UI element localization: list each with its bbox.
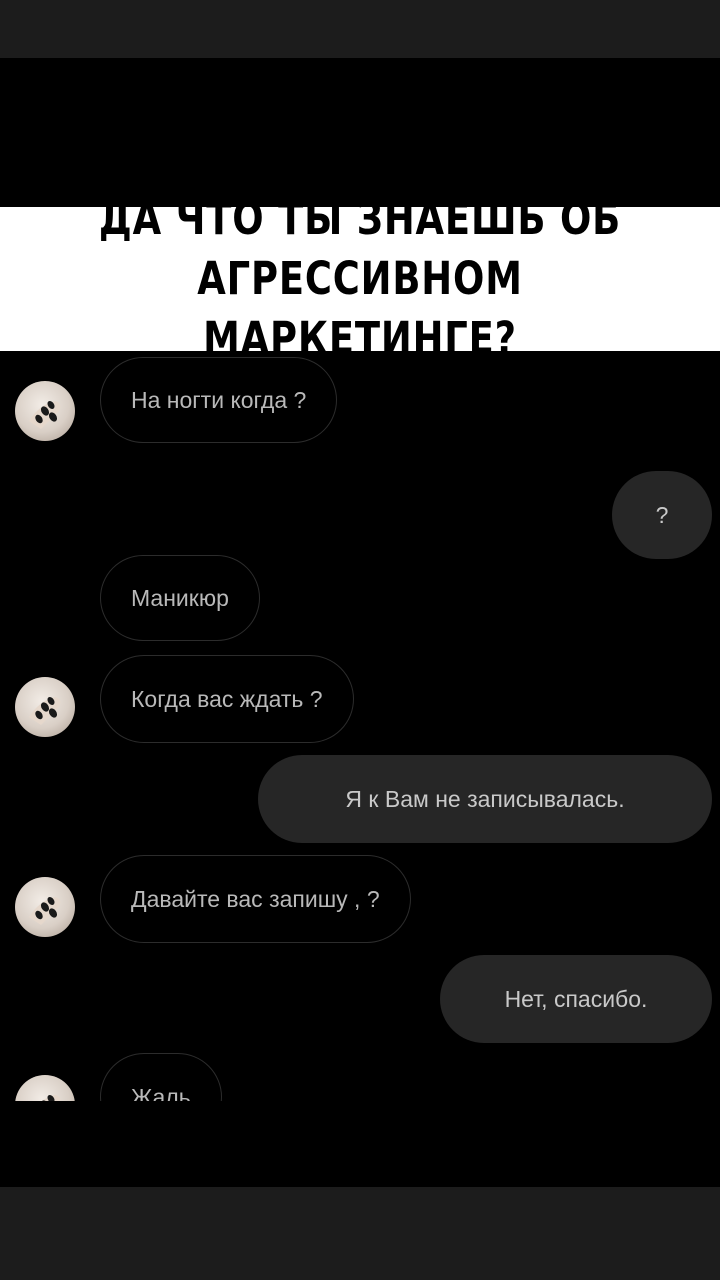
nails-photo-icon bbox=[29, 697, 61, 725]
message-text: На ногти когда ? bbox=[131, 386, 307, 413]
avatar[interactable] bbox=[15, 877, 75, 937]
caption-text: ДА ЧТО ТЫ ЗНАЕШЬ ОБ АГРЕССИВНОМ МАРКЕТИН… bbox=[98, 192, 622, 365]
incoming-message[interactable]: Маникюр bbox=[100, 555, 260, 641]
message-text: Маникюр bbox=[131, 584, 229, 611]
message-text: Давайте вас запишу , ? bbox=[131, 885, 380, 912]
incoming-message[interactable]: На ногти когда ? bbox=[100, 357, 338, 443]
message-text: Я к Вам не записывалась. bbox=[345, 785, 625, 812]
bottom-bar bbox=[0, 1187, 720, 1280]
message-text: Нет, спасибо. bbox=[504, 985, 648, 1012]
crop-mask bbox=[0, 1101, 720, 1187]
incoming-message[interactable]: Давайте вас запишу , ? bbox=[100, 855, 411, 943]
message-text: ? bbox=[655, 501, 669, 528]
nails-photo-icon bbox=[29, 897, 61, 925]
outgoing-message[interactable]: ? bbox=[612, 471, 712, 559]
incoming-message[interactable]: Когда вас ждать ? bbox=[100, 655, 354, 743]
nails-photo-icon bbox=[29, 401, 61, 429]
screenshot: ДА ЧТО ТЫ ЗНАЕШЬ ОБ АГРЕССИВНОМ МАРКЕТИН… bbox=[0, 0, 720, 1280]
avatar[interactable] bbox=[15, 677, 75, 737]
message-text: Когда вас ждать ? bbox=[131, 685, 323, 712]
avatar[interactable] bbox=[15, 381, 75, 441]
outgoing-message[interactable]: Нет, спасибо. bbox=[440, 955, 712, 1043]
outgoing-message[interactable]: Я к Вам не записывалась. bbox=[258, 755, 712, 843]
top-bar bbox=[0, 0, 720, 58]
chat-thread[interactable]: На ногти когда ? ? Маникюр Когда вас жда… bbox=[0, 351, 720, 1187]
meme-caption: ДА ЧТО ТЫ ЗНАЕШЬ ОБ АГРЕССИВНОМ МАРКЕТИН… bbox=[0, 192, 720, 365]
